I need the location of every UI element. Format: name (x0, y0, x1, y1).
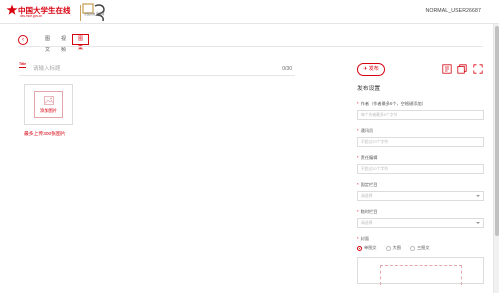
title-row: Title 0/30 (19, 62, 295, 76)
publish-button[interactable]: ✈ 发布 (357, 63, 385, 76)
back-button[interactable]: ‹ (18, 35, 28, 45)
cover-upload-slot[interactable] (380, 265, 462, 285)
scrollbar-thumb[interactable] (495, 26, 499, 236)
temp-column-label: * 临时栏目 (357, 209, 378, 214)
cover-triple-label[interactable]: 三图文 (417, 245, 430, 251)
site-logo[interactable]: 中国大学生在线 dxs.moe.gov.cn 全国高校 思政网 (6, 3, 106, 22)
username[interactable]: NORMAL_USER26687 (425, 8, 481, 14)
action-bar: ✈ 发布 (357, 63, 487, 78)
cover-label: * 封面 (357, 236, 370, 241)
settings-title: 发布设置 (357, 86, 381, 92)
logo-subtext: dxs.moe.gov.cn (20, 14, 43, 18)
fullscreen-icon[interactable] (473, 64, 483, 74)
add-image-button[interactable]: 添加图片 (34, 91, 63, 118)
back-arrow-icon: ‹ (22, 37, 24, 43)
star-logo-icon (6, 4, 18, 15)
badge-text: 全国高校 思政网 (84, 12, 105, 16)
fixed-column-select[interactable]: 请选择 (357, 191, 484, 201)
cover-preview[interactable] (357, 257, 484, 285)
upload-hint: 最多上传300张图片 (24, 132, 66, 137)
title-badge: Title (19, 62, 27, 66)
fixed-column-label: * 固定栏目 (357, 182, 378, 187)
logo-divider (80, 5, 81, 21)
correspondent-input[interactable]: 不超过20个字符 (357, 137, 484, 147)
cover-large-label[interactable]: 大图 (393, 245, 401, 251)
tab-video[interactable]: 视频 (56, 34, 71, 53)
copy-icon[interactable] (457, 64, 467, 74)
tab-list: 图文 视频 图集 (40, 34, 90, 53)
publish-settings-panel: 发布设置 * 作者（作者最多5个，空格键添加） 每个作者最多8个字节 * 通讯员 不… (357, 83, 484, 285)
temp-column-select[interactable]: 请选择 (357, 218, 484, 228)
title-char-count: 0/30 (282, 66, 292, 72)
author-input[interactable]: 每个作者最多8个字节 (357, 110, 484, 120)
title-input[interactable] (33, 64, 253, 73)
author-label: * 作者（作者最多5个，空格键添加） (357, 101, 426, 106)
cover-large-radio[interactable] (385, 245, 391, 251)
nav-divider (18, 46, 483, 47)
title-badge-underline (19, 67, 26, 68)
publish-label: 发布 (368, 66, 379, 72)
correspondent-label: * 通讯员 (357, 128, 374, 133)
preview-icon[interactable] (442, 64, 452, 74)
editor-input[interactable]: 不超过20个字符 (357, 164, 484, 174)
add-image-label: 添加图片 (39, 108, 58, 113)
page-scrollbar[interactable] (493, 24, 499, 293)
cover-single-label[interactable]: 单图文 (364, 245, 377, 251)
image-upload-area[interactable]: 添加图片 (24, 84, 73, 125)
tab-image-text[interactable]: 图文 (40, 34, 55, 53)
top-bar: 中国大学生在线 dxs.moe.gov.cn 全国高校 思政网 NORMAL_U… (0, 0, 499, 24)
editor-label: * 责任编辑 (357, 155, 378, 160)
cover-triple-radio[interactable] (409, 245, 415, 251)
cover-single-radio[interactable] (357, 245, 362, 251)
image-icon (44, 96, 54, 105)
cover-options: 单图文 大图 三图文 (357, 245, 484, 251)
tab-gallery[interactable]: 图集 (72, 34, 90, 51)
